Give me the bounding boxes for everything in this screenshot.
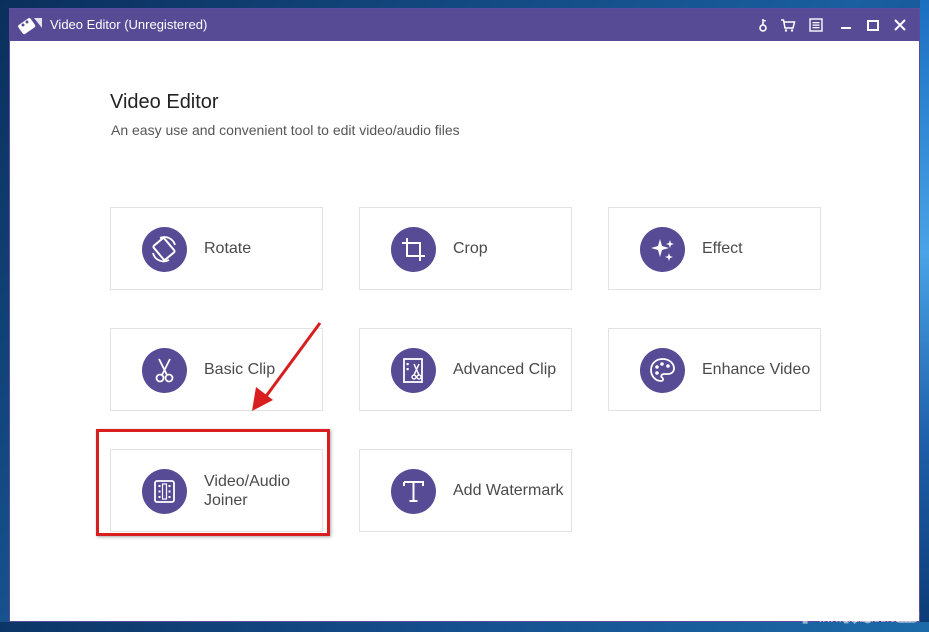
key-icon[interactable] — [755, 17, 771, 33]
close-icon[interactable] — [892, 17, 908, 33]
palette-icon — [640, 348, 685, 393]
tool-advanced-clip[interactable]: Advanced Clip — [359, 328, 572, 411]
window-title: Video Editor (Unregistered) — [50, 17, 208, 32]
maximize-icon[interactable] — [865, 17, 881, 33]
rotate-icon — [142, 227, 187, 272]
tool-label: Basic Clip — [204, 361, 276, 378]
site-watermark-url: www.xiazaiba.com — [818, 614, 911, 625]
advanced-clip-icon — [391, 348, 436, 393]
crop-icon — [391, 227, 436, 272]
tool-label: Video/Audio Joiner — [204, 472, 290, 509]
effect-icon — [640, 227, 685, 272]
joiner-icon — [142, 469, 187, 514]
tool-label: Advanced Clip — [453, 361, 557, 378]
tool-label: Crop — [453, 240, 488, 257]
tool-add-watermark[interactable]: Add Watermark — [359, 449, 572, 532]
page-title: Video Editor — [110, 91, 219, 113]
tool-label: Effect — [702, 240, 743, 257]
cart-icon[interactable] — [780, 17, 796, 33]
tool-basic-clip[interactable]: Basic Clip — [110, 328, 323, 411]
text-t-icon — [391, 469, 436, 514]
tool-enhance-video[interactable]: Enhance Video — [608, 328, 821, 411]
tool-video-audio-joiner[interactable]: Video/Audio Joiner — [110, 449, 323, 532]
minimize-icon[interactable] — [838, 17, 854, 33]
menu-icon[interactable] — [808, 17, 824, 33]
scissors-icon — [142, 348, 187, 393]
page-subtitle: An easy use and convenient tool to edit … — [111, 122, 460, 138]
app-logo-icon — [18, 18, 42, 35]
desktop-wallpaper — [920, 0, 929, 632]
tool-label: Rotate — [204, 240, 252, 257]
tool-rotate[interactable]: Rotate — [110, 207, 323, 290]
tool-label: Add Watermark — [453, 482, 564, 499]
app-window: Video Editor (Unregistered) Video Editor — [9, 8, 920, 622]
tool-crop[interactable]: Crop — [359, 207, 572, 290]
tool-label: Enhance Video — [702, 361, 811, 378]
tool-effect[interactable]: Effect — [608, 207, 821, 290]
title-bar: Video Editor (Unregistered) — [10, 9, 919, 41]
